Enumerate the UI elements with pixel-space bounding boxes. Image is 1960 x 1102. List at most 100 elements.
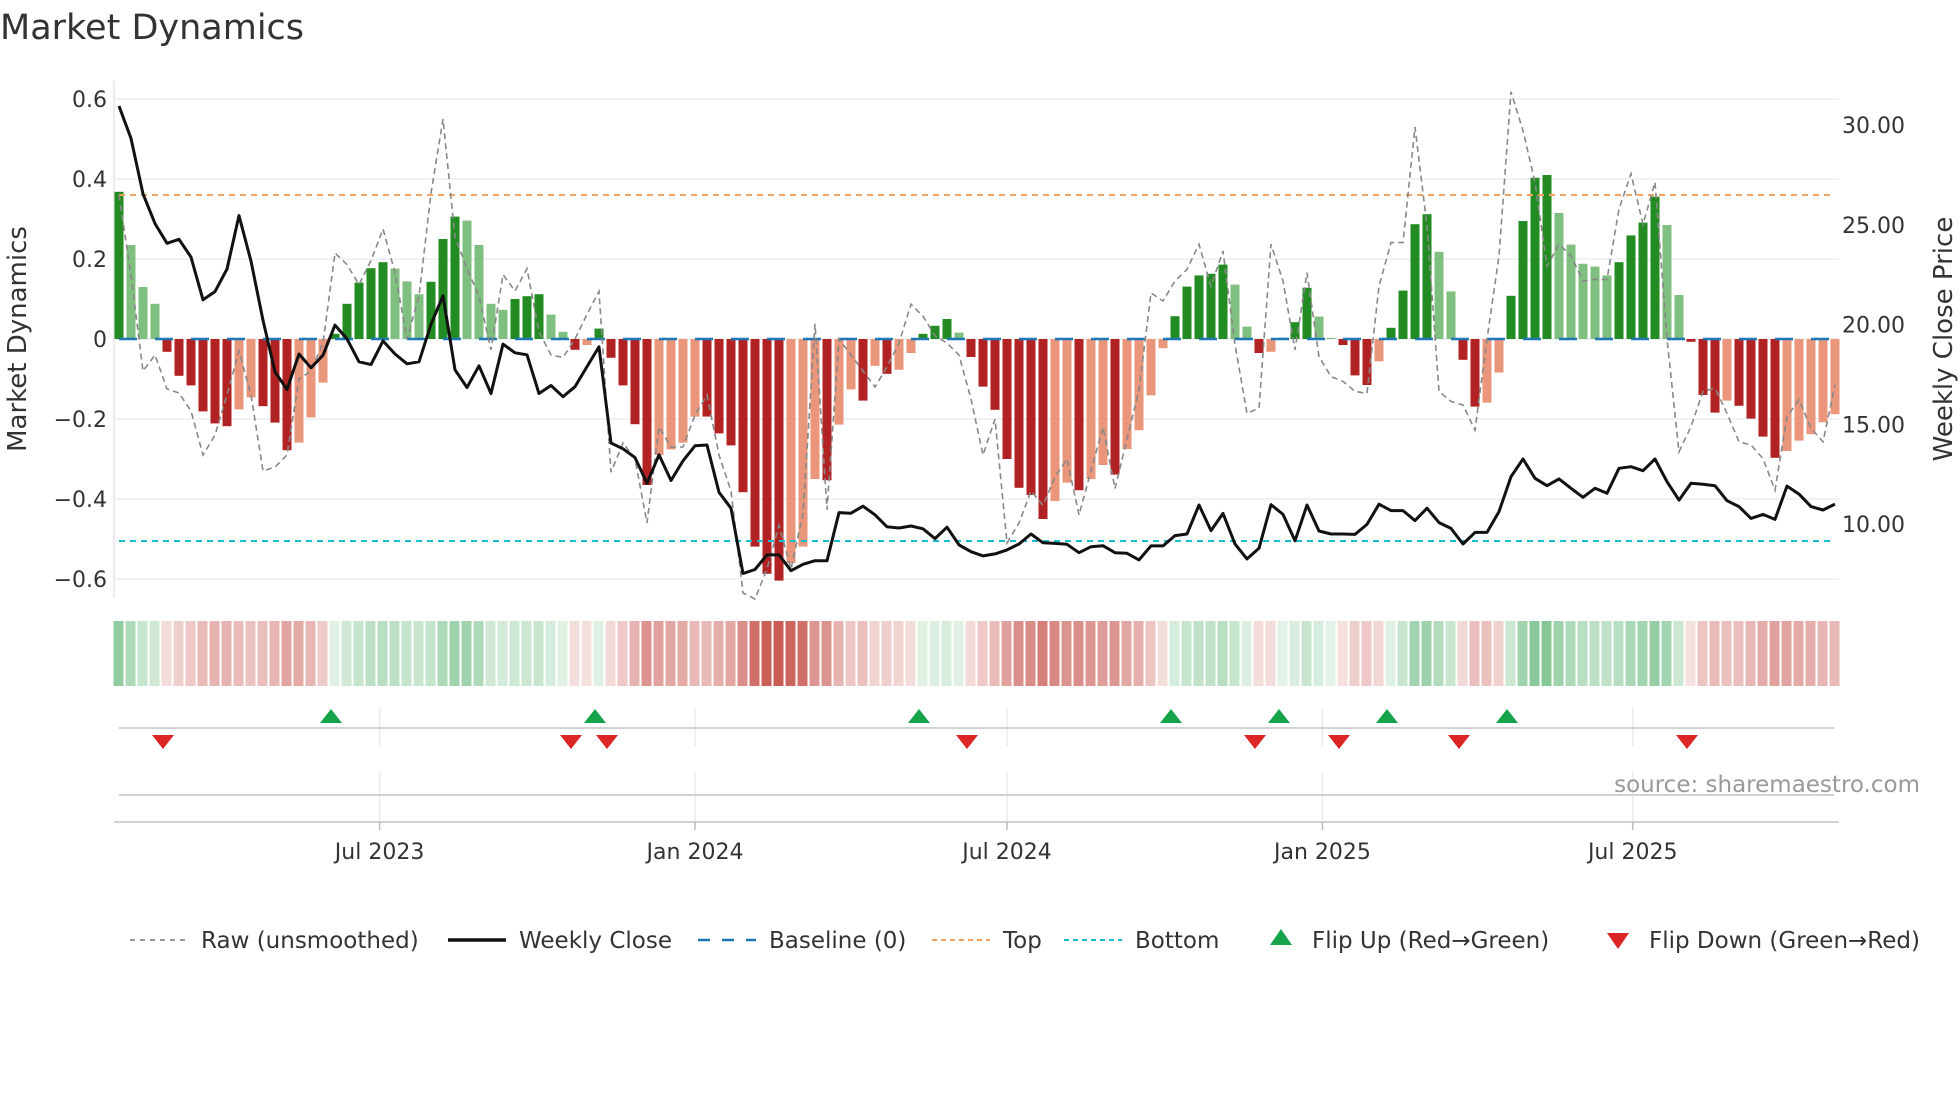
bar [1026, 339, 1036, 495]
y-right-tick-label: 25.00 [1842, 214, 1905, 239]
bar [1470, 339, 1480, 407]
heat-cell [941, 621, 952, 686]
flip-down-marker [560, 735, 582, 749]
heat-cell [1817, 621, 1828, 686]
x-tick-label: Jul 2023 [333, 840, 425, 865]
heat-cell [1517, 621, 1528, 686]
bar [882, 339, 892, 374]
flip-up-marker [584, 709, 606, 723]
bar [750, 339, 760, 547]
bar [1602, 275, 1612, 339]
heat-cell [1613, 621, 1624, 686]
bar [354, 282, 364, 339]
flip-up-marker [1496, 709, 1518, 723]
heat-cell [1121, 621, 1132, 686]
bar [774, 339, 784, 581]
heat-cell [1385, 621, 1396, 686]
heat-cell [1229, 621, 1240, 686]
bar [690, 339, 700, 417]
y-tick-label: −0.2 [54, 408, 107, 433]
heat-cell [281, 621, 292, 686]
bar [1770, 339, 1780, 458]
bar [174, 339, 184, 376]
bar [246, 339, 256, 398]
heat-cell [857, 621, 868, 686]
flip-up-marker [1268, 709, 1290, 723]
bar [630, 339, 640, 425]
bar [762, 339, 772, 574]
bar [1134, 339, 1144, 431]
bar [1002, 339, 1012, 459]
legend-label: Raw (unsmoothed) [201, 928, 419, 954]
heat-cell [149, 621, 160, 686]
bar [1674, 295, 1684, 339]
bar [1398, 290, 1408, 339]
heat-cell [977, 621, 988, 686]
heat-cell [1481, 621, 1492, 686]
bar [1722, 339, 1732, 401]
heat-cell [1397, 621, 1408, 686]
legend-item-flip_down: Flip Down (Green→Red) [1607, 928, 1920, 954]
heat-cell [1733, 621, 1744, 686]
heat-cell [1049, 621, 1060, 686]
legend-label: Flip Down (Green→Red) [1649, 928, 1920, 954]
flip-down-marker [1328, 735, 1350, 749]
bar [150, 303, 160, 339]
heat-cell [1289, 621, 1300, 686]
heat-cell [1181, 621, 1192, 686]
heat-cell [773, 621, 784, 686]
x-tick-label: Jul 2025 [1586, 840, 1678, 865]
heat-cell [1349, 621, 1360, 686]
bar [270, 339, 280, 423]
bar [1554, 213, 1564, 339]
bar [810, 339, 820, 479]
heat-cell [1637, 621, 1648, 686]
heat-cell [269, 621, 280, 686]
heat-cell [1145, 621, 1156, 686]
heat-cell [1313, 621, 1324, 686]
legend-item-raw: Raw (unsmoothed) [130, 928, 419, 954]
y-right-tick-label: 10.00 [1842, 513, 1905, 538]
heat-cell [749, 621, 760, 686]
legend: Raw (unsmoothed) Weekly Close Baseline (0)… [130, 928, 1920, 954]
heat-cell [1493, 621, 1504, 686]
heat-cell [1169, 621, 1180, 686]
heat-cell [257, 621, 268, 686]
heat-cell [809, 621, 820, 686]
heat-cell [389, 621, 400, 686]
bars [114, 175, 1840, 581]
bar [726, 339, 736, 446]
market-dynamics-chart: Market Dynamics 0.6 0.4 0.2 0 −0.2 −0.4 −0.6 3… [0, 8, 1959, 954]
heat-cell [185, 621, 196, 686]
heat-cell [641, 621, 652, 686]
heat-cell [1541, 621, 1552, 686]
legend-label: Flip Up (Red→Green) [1312, 928, 1549, 954]
bar [1746, 339, 1756, 419]
bar [1158, 339, 1168, 349]
bar [1434, 251, 1444, 339]
bar [1146, 339, 1156, 396]
heat-cell [1073, 621, 1084, 686]
heat-cell [1097, 621, 1108, 686]
source-label: source: sharemaestro.com [1614, 772, 1920, 798]
heat-cell [701, 621, 712, 686]
heat-cell [473, 621, 484, 686]
heat-cell [1205, 621, 1216, 686]
bar [1698, 339, 1708, 395]
heat-cell [1217, 621, 1228, 686]
x-axis: Jul 2023 Jan 2024 Jul 2024 Jan 2025 Jul 2025 [114, 821, 1839, 865]
bar [786, 339, 796, 563]
bar [666, 339, 676, 450]
y-tick-label: −0.6 [54, 568, 107, 593]
flip-markers-panel [119, 708, 1834, 822]
heat-cell [1421, 621, 1432, 686]
bar [1782, 339, 1792, 451]
legend-item-close: Weekly Close [448, 928, 672, 954]
heat-cell [341, 621, 352, 686]
bar [1386, 327, 1396, 339]
heat-cell [581, 621, 592, 686]
bar [1710, 339, 1720, 413]
chart-title: Market Dynamics [0, 8, 304, 48]
heat-cell [545, 621, 556, 686]
bar [306, 339, 316, 418]
